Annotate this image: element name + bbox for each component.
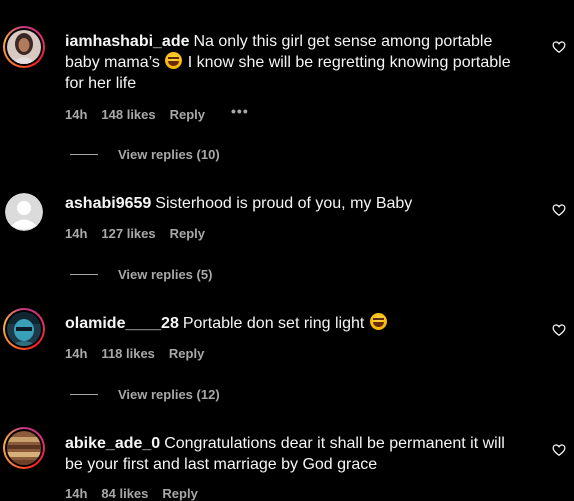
default-avatar-icon[interactable]	[5, 193, 43, 231]
reply-button[interactable]: Reply	[169, 346, 204, 361]
comment-meta: 14h 148 likes Reply •••	[65, 103, 263, 122]
laughing-face-emoji-icon	[165, 52, 183, 69]
replies-divider	[70, 154, 98, 155]
comment-likes[interactable]: 148 likes	[101, 107, 155, 122]
heart-outline-icon[interactable]	[552, 443, 566, 457]
comment-likes[interactable]: 118 likes	[101, 346, 155, 361]
comment-username[interactable]: abike_ade_0	[65, 435, 160, 452]
comment-text: olamide____28 Portable don set ring light	[65, 313, 525, 334]
comment-body: Portable don set ring light	[182, 315, 365, 332]
comment-time: 14h	[65, 486, 88, 501]
comment-time: 14h	[65, 226, 88, 241]
comment-text: abike_ade_0 Congratulations dear it shall…	[65, 433, 525, 475]
more-options-icon[interactable]: •••	[231, 103, 249, 119]
comment-likes[interactable]: 84 likes	[101, 486, 148, 501]
comment-text: iamhashabi_ade Na only this girl get sens…	[65, 31, 525, 94]
replies-divider	[70, 274, 98, 275]
avatar[interactable]	[3, 427, 45, 469]
comment-meta: 14h 118 likes Reply	[65, 346, 218, 361]
comment-username[interactable]: iamhashabi_ade	[65, 33, 190, 50]
reply-button[interactable]: Reply	[170, 226, 205, 241]
reply-button[interactable]: Reply	[162, 486, 197, 501]
avatar[interactable]	[3, 308, 45, 350]
comment-time: 14h	[65, 346, 88, 361]
view-replies-label[interactable]: View replies (10)	[118, 147, 220, 162]
comment-meta: 14h 127 likes Reply	[65, 226, 219, 241]
view-replies-button[interactable]: View replies (12)	[70, 387, 220, 402]
view-replies-label[interactable]: View replies (12)	[118, 387, 220, 402]
view-replies-button[interactable]: View replies (5)	[70, 267, 212, 282]
heart-outline-icon[interactable]	[552, 323, 566, 337]
replies-divider	[70, 394, 98, 395]
comment-meta: 14h 84 likes Reply	[65, 486, 212, 501]
reply-button[interactable]: Reply	[170, 107, 205, 122]
comment-username[interactable]: ashabi9659	[65, 195, 151, 212]
comment-username[interactable]: olamide____28	[65, 315, 179, 332]
comment-body: Sisterhood is proud of you, my Baby	[155, 195, 413, 212]
laughing-face-emoji-icon	[369, 313, 387, 330]
comment-likes[interactable]: 127 likes	[101, 226, 155, 241]
comment-text: ashabi9659 Sisterhood is proud of you, my…	[65, 193, 525, 214]
avatar[interactable]	[3, 26, 45, 68]
heart-outline-icon[interactable]	[552, 40, 566, 54]
comment-time: 14h	[65, 106, 88, 122]
heart-outline-icon[interactable]	[552, 203, 566, 217]
view-replies-button[interactable]: View replies (10)	[70, 147, 220, 162]
view-replies-label[interactable]: View replies (5)	[118, 267, 212, 282]
